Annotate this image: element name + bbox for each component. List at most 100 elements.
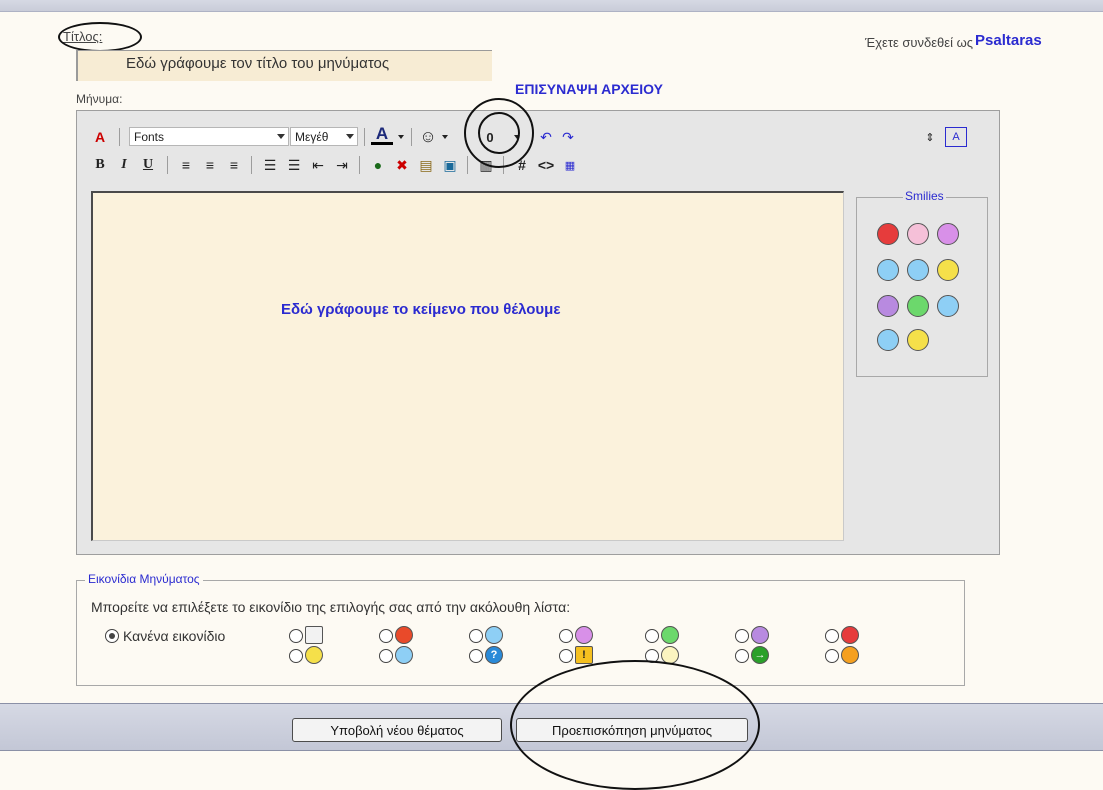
preview-message-button[interactable]: Προεπισκόπηση μηνύματος bbox=[516, 718, 748, 742]
warning-icon: ! bbox=[575, 646, 593, 664]
radio-arrow-right-icon[interactable] bbox=[735, 649, 749, 663]
align-left-icon[interactable]: ≡ bbox=[175, 155, 197, 175]
message-label: Μήνυμα: bbox=[76, 92, 123, 106]
happy-icon bbox=[305, 646, 323, 664]
underline-icon[interactable]: U bbox=[137, 155, 159, 175]
lightbulb-icon bbox=[661, 646, 679, 664]
chevron-down-icon bbox=[346, 134, 354, 139]
post-icons-hint: Μπορείτε να επιλέξετε το εικονίδιο της ε… bbox=[91, 599, 571, 615]
undo-icon[interactable]: ↶ bbox=[535, 127, 557, 147]
insert-file-icon[interactable]: ▤ bbox=[415, 155, 437, 175]
smile-smiley-icon[interactable] bbox=[937, 259, 959, 281]
sad-icon bbox=[751, 626, 769, 644]
radio-angry-icon[interactable] bbox=[825, 629, 839, 643]
smile-icon bbox=[485, 626, 503, 644]
insert-link-icon[interactable]: ● bbox=[367, 155, 389, 175]
post-icons-fieldset: Εικονίδια Μηνύματος Μπορείτε να επιλέξετ… bbox=[76, 572, 965, 686]
shock-smiley-icon[interactable] bbox=[907, 329, 929, 351]
insert-image-icon[interactable]: ▣ bbox=[439, 155, 461, 175]
arrow-right-icon: → bbox=[751, 646, 769, 664]
radio-happy-icon[interactable] bbox=[289, 649, 303, 663]
smilies-panel: Smilies bbox=[856, 189, 988, 377]
laugh-icon bbox=[575, 626, 593, 644]
cool-icon bbox=[395, 646, 413, 664]
top-bar bbox=[0, 0, 1103, 12]
toolbar-separator bbox=[411, 128, 412, 146]
chevron-down-icon[interactable] bbox=[514, 135, 520, 139]
unordered-list-icon[interactable]: ☰ bbox=[283, 155, 305, 175]
question-icon: ? bbox=[485, 646, 503, 664]
toolbar-separator bbox=[251, 156, 252, 174]
radio-thumbs-down-icon[interactable] bbox=[379, 629, 393, 643]
radio-no-icon[interactable] bbox=[105, 629, 119, 643]
hash-icon[interactable]: # bbox=[511, 155, 533, 175]
font-color-icon[interactable]: A bbox=[371, 124, 393, 145]
radio-grin-icon[interactable] bbox=[645, 629, 659, 643]
radio-laugh-icon[interactable] bbox=[559, 629, 573, 643]
size-select[interactable]: Μεγέθ bbox=[290, 127, 358, 146]
editor-content: Εδώ γράφουμε το κείμενο που θέλουμε bbox=[281, 301, 561, 318]
attach-caption: ΕΠΙΣΥΝΑΨΗ ΑΡΧΕΙΟΥ bbox=[515, 81, 663, 97]
emoticon-icon[interactable]: ☺ bbox=[417, 127, 439, 147]
radio-cool-icon[interactable] bbox=[379, 649, 393, 663]
thumbs-down-icon bbox=[395, 626, 413, 644]
resize-arrows-icon[interactable]: ⇕ bbox=[919, 127, 941, 147]
editor-frame: A Fonts Μεγέθ A ☺ 0 ↶ ↷ ⇕ A B I U ≡ ≡ ≡ … bbox=[76, 110, 1000, 555]
laugh-smiley-icon[interactable] bbox=[937, 223, 959, 245]
font-select-value: Fonts bbox=[134, 129, 165, 144]
chevron-down-icon[interactable] bbox=[442, 135, 448, 139]
ordered-list-icon[interactable]: ☰ bbox=[259, 155, 281, 175]
align-center-icon[interactable]: ≡ bbox=[199, 155, 221, 175]
confused-smiley-icon[interactable] bbox=[877, 259, 899, 281]
title-label: Τίτλος: bbox=[63, 29, 103, 44]
radio-sad-icon[interactable] bbox=[735, 629, 749, 643]
indent-icon[interactable]: ⇥ bbox=[331, 155, 353, 175]
radio-smile-icon[interactable] bbox=[469, 629, 483, 643]
toolbar-separator bbox=[359, 156, 360, 174]
post-icons-legend: Εικονίδια Μηνύματος bbox=[85, 572, 203, 586]
wink-smiley-icon[interactable] bbox=[907, 223, 929, 245]
message-editor[interactable]: Εδώ γράφουμε το κείμενο που θέλουμε bbox=[91, 191, 844, 541]
username-link[interactable]: Psaltaras bbox=[975, 32, 1042, 49]
chevron-down-icon[interactable] bbox=[398, 135, 404, 139]
toolbar-separator bbox=[167, 156, 168, 174]
angry-smiley-icon[interactable] bbox=[877, 223, 899, 245]
chevron-down-icon bbox=[277, 134, 285, 139]
toolbar-separator bbox=[119, 128, 120, 146]
align-right-icon[interactable]: ≡ bbox=[223, 155, 245, 175]
php-icon[interactable]: ▦ bbox=[559, 155, 581, 175]
code-icon[interactable]: <> bbox=[535, 155, 557, 175]
title-input[interactable]: Εδώ γράφουμε τον τίτλο του μηνύματος bbox=[76, 50, 492, 81]
redo-icon[interactable]: ↷ bbox=[557, 127, 579, 147]
radio-warning-icon[interactable] bbox=[559, 649, 573, 663]
radio-document-icon[interactable] bbox=[289, 629, 303, 643]
paperclip-attach-icon[interactable]: 0 bbox=[479, 127, 501, 147]
sad-smiley-icon[interactable] bbox=[877, 295, 899, 317]
font-select[interactable]: Fonts bbox=[129, 127, 289, 146]
grin-smiley-icon[interactable] bbox=[907, 295, 929, 317]
italic-icon[interactable]: I bbox=[113, 155, 135, 175]
thumbs-up-icon bbox=[841, 646, 859, 664]
toggle-mode-icon[interactable]: A bbox=[945, 127, 967, 147]
radio-question-icon[interactable] bbox=[469, 649, 483, 663]
grin-icon bbox=[661, 626, 679, 644]
radio-lightbulb-icon[interactable] bbox=[645, 649, 659, 663]
smilies-legend: Smilies bbox=[903, 189, 946, 203]
toolbar-separator bbox=[364, 128, 365, 146]
bold-icon[interactable]: B bbox=[89, 155, 111, 175]
toolbar-separator bbox=[503, 156, 504, 174]
remove-format-icon[interactable]: A bbox=[89, 127, 111, 147]
size-select-value: Μεγέθ bbox=[295, 129, 329, 144]
toolbar-separator bbox=[467, 156, 468, 174]
radio-thumbs-up-icon[interactable] bbox=[825, 649, 839, 663]
no-icon-label: Κανένα εικονίδιο bbox=[123, 628, 226, 644]
quote-icon[interactable]: ▥ bbox=[475, 155, 497, 175]
submit-topic-button[interactable]: Υποβολή νέου θέματος bbox=[292, 718, 502, 742]
cool-smiley-icon[interactable] bbox=[937, 295, 959, 317]
logged-in-text: Έχετε συνδεθεί ως bbox=[865, 35, 973, 50]
happy-smiley-icon[interactable] bbox=[907, 259, 929, 281]
document-icon bbox=[305, 626, 323, 644]
remove-link-icon[interactable]: ✖ bbox=[391, 155, 413, 175]
outdent-icon[interactable]: ⇤ bbox=[307, 155, 329, 175]
glasses-smiley-icon[interactable] bbox=[877, 329, 899, 351]
